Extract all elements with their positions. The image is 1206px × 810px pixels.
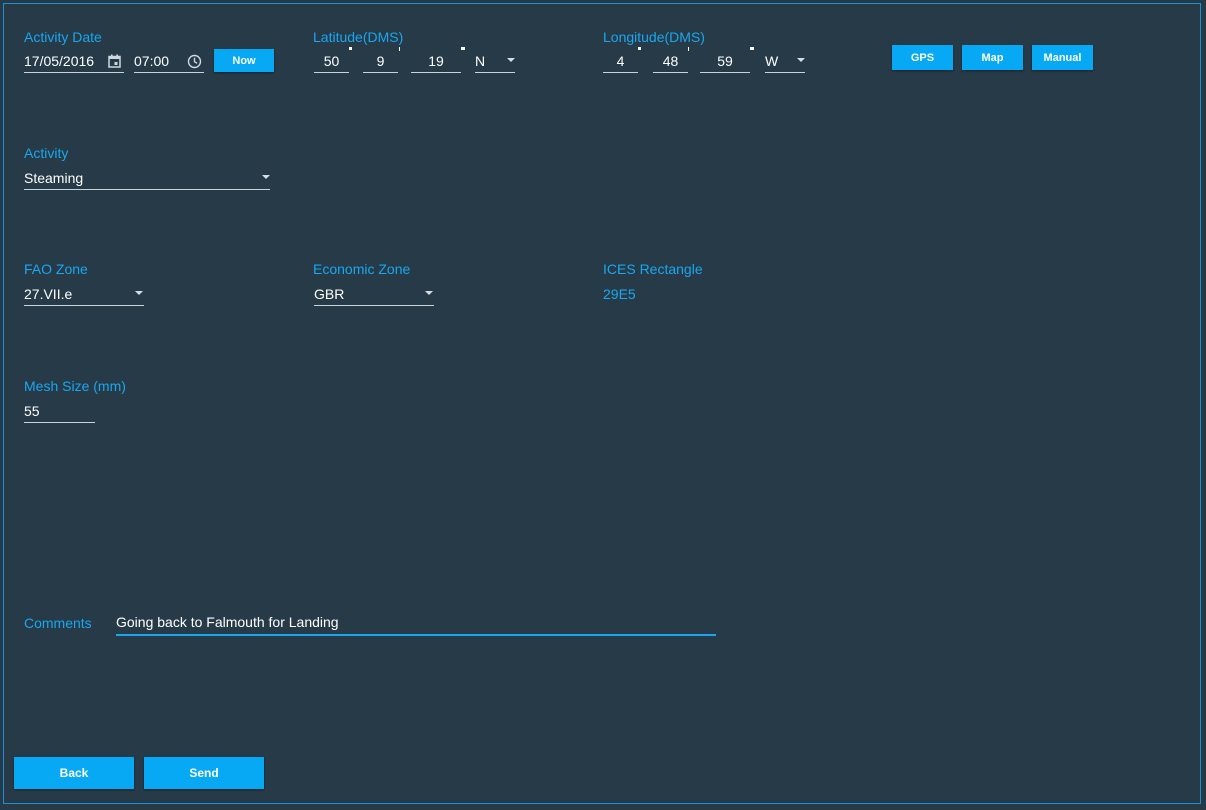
longitude-degrees-value: 4 <box>616 53 625 69</box>
latitude-hemisphere-value: N <box>475 53 486 69</box>
chevron-down-icon <box>425 291 433 295</box>
activity-select[interactable]: Steaming <box>24 168 270 190</box>
latitude-degrees-value: 50 <box>323 53 340 69</box>
form-frame <box>3 3 1201 804</box>
second-symbol <box>750 47 754 50</box>
longitude-degrees-field[interactable]: 4 <box>603 51 638 73</box>
longitude-label: Longitude(DMS) <box>603 29 705 45</box>
comments-label: Comments <box>24 615 92 631</box>
date-value: 17/05/2016 <box>24 53 95 69</box>
mesh-size-value: 55 <box>24 403 40 419</box>
calendar-icon[interactable] <box>108 54 121 73</box>
time-value: 07:00 <box>134 53 170 69</box>
clock-icon[interactable] <box>187 54 202 74</box>
activity-value: Steaming <box>24 170 84 186</box>
activity-date-label: Activity Date <box>24 29 102 45</box>
degree-symbol <box>638 47 641 50</box>
manual-button[interactable]: Manual <box>1032 45 1093 70</box>
back-button[interactable]: Back <box>14 757 134 789</box>
second-symbol <box>461 47 465 50</box>
latitude-minutes-field[interactable]: 9 <box>363 51 398 73</box>
time-field[interactable]: 07:00 <box>134 51 204 73</box>
chevron-down-icon <box>135 291 143 295</box>
activity-label: Activity <box>24 145 69 161</box>
longitude-hemisphere-select[interactable]: W <box>765 51 805 73</box>
fao-zone-label: FAO Zone <box>24 261 88 277</box>
longitude-minutes-field[interactable]: 48 <box>653 51 688 73</box>
chevron-down-icon <box>262 175 270 179</box>
minute-symbol <box>688 47 689 51</box>
now-button[interactable]: Now <box>214 49 274 72</box>
minute-symbol <box>399 47 400 51</box>
latitude-hemisphere-select[interactable]: N <box>475 51 515 73</box>
latitude-seconds-value: 19 <box>428 53 444 69</box>
chevron-down-icon <box>507 58 515 62</box>
date-field[interactable]: 17/05/2016 <box>24 51 124 73</box>
longitude-seconds-field[interactable]: 59 <box>700 51 750 73</box>
longitude-minutes-value: 48 <box>662 53 679 69</box>
economic-zone-label: Economic Zone <box>313 261 411 277</box>
comments-field[interactable]: Going back to Falmouth for Landing <box>116 612 716 636</box>
send-button[interactable]: Send <box>144 757 264 789</box>
mesh-size-field[interactable]: 55 <box>24 401 95 423</box>
gps-button[interactable]: GPS <box>892 45 953 70</box>
economic-zone-value: GBR <box>314 286 345 302</box>
degree-symbol <box>349 47 352 50</box>
map-button[interactable]: Map <box>962 45 1023 70</box>
latitude-seconds-field[interactable]: 19 <box>411 51 461 73</box>
comments-value: Going back to Falmouth for Landing <box>116 614 339 630</box>
mesh-size-label: Mesh Size (mm) <box>24 378 126 394</box>
ices-rectangle-label: ICES Rectangle <box>603 261 703 277</box>
latitude-degrees-field[interactable]: 50 <box>314 51 349 73</box>
longitude-seconds-value: 59 <box>717 53 733 69</box>
fao-zone-select[interactable]: 27.VII.e <box>24 284 144 306</box>
longitude-hemisphere-value: W <box>765 53 779 69</box>
economic-zone-select[interactable]: GBR <box>314 284 434 306</box>
latitude-label: Latitude(DMS) <box>313 29 404 45</box>
chevron-down-icon <box>797 58 805 62</box>
latitude-minutes-value: 9 <box>376 53 385 69</box>
ices-rectangle-value: 29E5 <box>603 286 636 302</box>
fao-zone-value: 27.VII.e <box>24 286 73 302</box>
